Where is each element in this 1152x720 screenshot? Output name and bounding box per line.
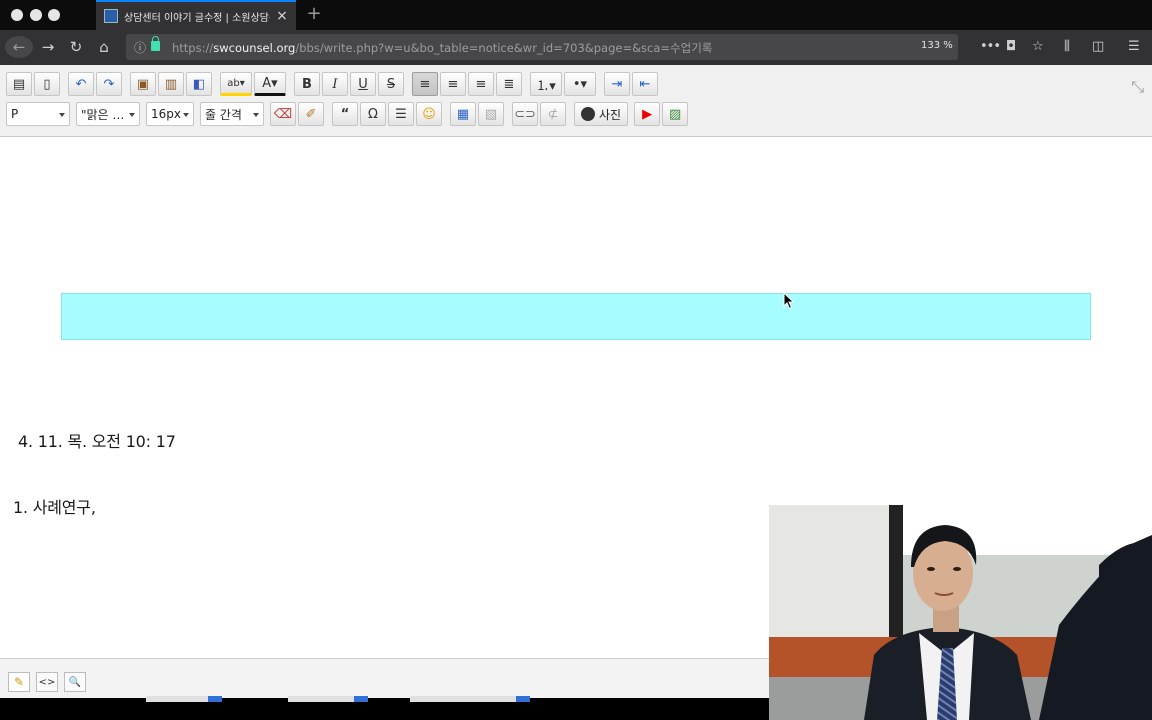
table-edit-icon[interactable]: ▧: [478, 102, 504, 126]
document-text-line[interactable]: 1. 사례연구,: [13, 494, 96, 518]
window-close-button[interactable]: [11, 9, 23, 21]
wysiwyg-mode-icon[interactable]: ✎: [8, 672, 30, 692]
align-center-icon[interactable]: ≡: [440, 72, 466, 96]
form-field-stub-accent: [354, 696, 368, 702]
new-document-icon[interactable]: ▯: [34, 72, 60, 96]
new-tab-button[interactable]: +: [304, 3, 324, 24]
table-icon[interactable]: ▦: [450, 102, 476, 126]
underline-button[interactable]: U: [350, 72, 376, 96]
browser-nav-bar: ← → ↻ ⌂ ⓘ https://swcounsel.org/bbs/writ…: [0, 30, 1152, 65]
sidebar-icon[interactable]: ◫: [1092, 39, 1104, 54]
fullscreen-toggle-icon[interactable]: ⤡: [1131, 77, 1144, 97]
photo-upload-label: 사진: [599, 107, 622, 122]
emoticon-icon[interactable]: ☺: [416, 102, 442, 126]
window-zoom-button[interactable]: [48, 9, 60, 21]
form-field-stub-accent: [516, 696, 530, 702]
toolbar-row-1: ▤ ▯ ↶ ↷ ▣ ▥ ◧ ab▾ A▾ B I U S ≡ ≡ ≡ ≣ ⒈▾ …: [6, 71, 660, 97]
lock-icon: [151, 36, 160, 51]
redo-icon[interactable]: ↷: [96, 72, 122, 96]
window-minimize-button[interactable]: [30, 9, 42, 21]
mouse-pointer-icon: [783, 292, 795, 310]
format-painter-icon[interactable]: ✐: [298, 102, 324, 126]
align-justify-icon[interactable]: ≣: [496, 72, 522, 96]
form-field-stub-accent: [208, 696, 222, 702]
library-icon[interactable]: ⫼: [1064, 39, 1070, 54]
document-text-line[interactable]: 4. 11. 목. 오전 10: 17: [18, 428, 176, 452]
url-bar[interactable]: ⓘ https://swcounsel.org/bbs/write.php?w=…: [126, 34, 958, 60]
pocket-icon[interactable]: ◘: [1006, 39, 1016, 54]
site-info-icon[interactable]: ⓘ: [134, 39, 146, 56]
bookmark-star-icon[interactable]: ☆: [1032, 39, 1044, 54]
html-mode-icon[interactable]: <>: [36, 672, 58, 692]
eraser-icon[interactable]: ⌫: [270, 102, 296, 126]
url-scheme: https://: [172, 41, 214, 55]
browser-tab-bar: 상담센터 이야기 글수정 | 소원상담센터 × +: [0, 0, 1152, 30]
align-left-icon[interactable]: ≡: [412, 72, 438, 96]
font-size-select[interactable]: 16px: [146, 102, 194, 126]
image-icon[interactable]: ▨: [662, 102, 689, 126]
tab-active[interactable]: 상담센터 이야기 글수정 | 소원상담센터 ×: [96, 0, 296, 30]
back-arrow-icon[interactable]: ←: [5, 36, 33, 58]
ordered-list-icon[interactable]: ⒈▾: [530, 72, 562, 96]
webcam-video-frame: [769, 505, 1152, 720]
reload-icon[interactable]: ↻: [64, 36, 88, 58]
highlighted-block[interactable]: [61, 293, 1091, 340]
webcam-overlay: [769, 505, 1152, 720]
preview-mode-icon[interactable]: 🔍: [64, 672, 86, 692]
horizontal-rule-icon[interactable]: ☰: [388, 102, 414, 126]
paragraph-format-select[interactable]: P: [6, 102, 70, 126]
url-host: swcounsel.org: [213, 41, 296, 55]
url-text[interactable]: https://swcounsel.org/bbs/write.php?w=u&…: [172, 40, 712, 56]
bold-button[interactable]: B: [294, 72, 320, 96]
font-color-icon[interactable]: A▾: [254, 72, 286, 96]
editor-toolbar: ▤ ▯ ↶ ↷ ▣ ▥ ◧ ab▾ A▾ B I U S ≡ ≡ ≡ ≣ ⒈▾ …: [0, 65, 1152, 137]
form-field-stub[interactable]: [146, 696, 208, 702]
home-icon[interactable]: ⌂: [92, 36, 116, 58]
camera-icon: [581, 107, 595, 121]
tab-close-icon[interactable]: ×: [276, 8, 288, 24]
unordered-list-icon[interactable]: •▾: [564, 72, 596, 96]
link-icon[interactable]: ⊂⊃: [512, 102, 538, 126]
strikethrough-button[interactable]: S: [378, 72, 404, 96]
italic-button[interactable]: I: [322, 72, 348, 96]
special-char-button[interactable]: Ω: [360, 102, 386, 126]
print-icon[interactable]: ▤: [6, 72, 32, 96]
blockquote-button[interactable]: “: [332, 102, 358, 126]
select-all-icon[interactable]: ◧: [186, 72, 212, 96]
font-family-select[interactable]: "맑은 …: [76, 102, 140, 126]
zoom-level[interactable]: 133 %: [921, 40, 953, 51]
undo-icon[interactable]: ↶: [68, 72, 94, 96]
paste-icon[interactable]: ▣: [130, 72, 156, 96]
highlight-color-icon[interactable]: ab▾: [220, 72, 252, 96]
toolbar-row-2: P "맑은 … 16px 줄 간격 ⌫ ✐ “ Ω ☰ ☺ ▦ ▧ ⊂⊃ ⊄ 사…: [6, 101, 690, 127]
url-path: /bbs/write.php?w=u&bo_table=notice&wr_id…: [295, 41, 713, 55]
form-field-stub[interactable]: [288, 696, 354, 702]
outdent-icon[interactable]: ⇤: [632, 72, 658, 96]
unlink-icon[interactable]: ⊄: [540, 102, 566, 126]
tab-title: 상담센터 이야기 글수정 | 소원상담센터: [124, 12, 270, 24]
paste-text-icon[interactable]: ▥: [158, 72, 184, 96]
form-field-stub[interactable]: [410, 696, 516, 702]
hamburger-menu-icon[interactable]: ☰: [1128, 39, 1140, 54]
site-favicon-icon: [104, 9, 118, 23]
line-height-select[interactable]: 줄 간격: [200, 102, 264, 126]
photo-upload-button[interactable]: 사진: [574, 102, 629, 126]
indent-icon[interactable]: ⇥: [604, 72, 630, 96]
youtube-icon[interactable]: ▶: [634, 102, 661, 126]
forward-arrow-icon[interactable]: →: [36, 36, 60, 58]
page-actions-menu-icon[interactable]: •••: [980, 39, 1001, 54]
align-right-icon[interactable]: ≡: [468, 72, 494, 96]
